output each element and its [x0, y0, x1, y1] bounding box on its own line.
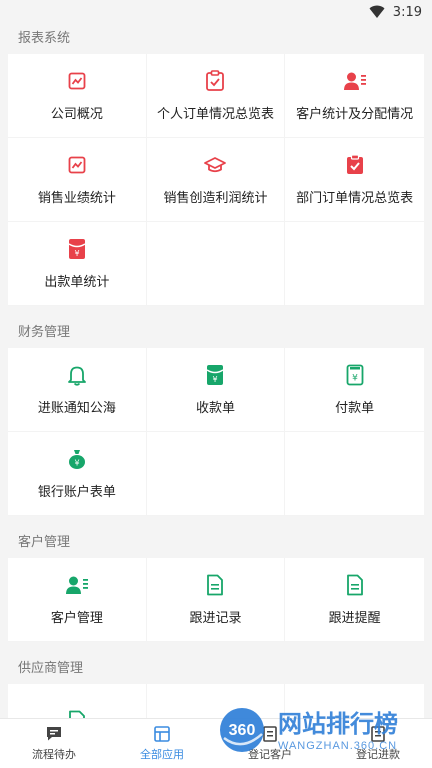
app-follow-up-records[interactable]: 跟进记录 [146, 558, 286, 642]
grid-empty-cell [146, 684, 286, 718]
svg-text:¥: ¥ [74, 459, 79, 468]
app-label: 个人订单情况总览表 [156, 107, 274, 122]
tab-label: 流程待办 [32, 748, 76, 761]
tab-register-customer[interactable]: 登记客户 [216, 719, 324, 768]
app-label: 部门订单情况总览表 [296, 191, 414, 206]
app-sales-profit[interactable]: 销售创造利润统计 [146, 138, 286, 222]
bell-icon [65, 363, 89, 387]
clipboard-check-icon [203, 69, 227, 93]
app-bank-account[interactable]: ¥ 银行账户表单 [8, 432, 147, 516]
bottom-tab-bar: 流程待办 全部应用 登记客户 登记进款 [0, 718, 432, 768]
tab-label: 全部应用 [140, 748, 184, 761]
app-label: 销售创造利润统计 [163, 191, 268, 206]
tab-register-payment[interactable]: 登记进款 [324, 719, 432, 768]
grid-empty-cell [285, 684, 424, 718]
app-income-notice[interactable]: 进账通知公海 [8, 348, 147, 432]
grid-suppliers [8, 684, 424, 718]
app-supplier-document[interactable] [8, 684, 147, 718]
section-title-reports: 报表系统 [18, 31, 71, 46]
clipboard-check-icon [343, 153, 367, 177]
money-bag-icon: ¥ [65, 447, 89, 471]
app-label: 客户统计及分配情况 [296, 107, 414, 122]
app-label: 银行账户表单 [37, 485, 116, 500]
app-list[interactable]: 报表系统 公司概况 个人订单情况总览表 客户统计及分配情况 销售业绩统计 销售创… [0, 24, 432, 718]
tab-all-apps[interactable]: 全部应用 [108, 719, 216, 768]
grid-finance: 进账通知公海 ¥ 收款单 ¥ 付款单 ¥ 银行账户表单 [8, 348, 424, 516]
document-icon [203, 573, 227, 597]
wifi-icon [369, 5, 385, 18]
grid-empty-cell [285, 222, 424, 306]
graduation-cap-icon [203, 153, 227, 177]
svg-text:¥: ¥ [74, 249, 79, 258]
user-card-icon [65, 573, 89, 597]
app-label: 跟进提醒 [328, 611, 381, 626]
app-receipt[interactable]: ¥ 收款单 [146, 348, 286, 432]
app-label: 出款单统计 [44, 275, 110, 290]
app-payment[interactable]: ¥ 付款单 [285, 348, 424, 432]
grid-reports: 公司概况 个人订单情况总览表 客户统计及分配情况 销售业绩统计 销售创造利润统计 [8, 54, 424, 306]
app-payout-stats[interactable]: ¥ 出款单统计 [8, 222, 147, 306]
chart-icon [65, 153, 89, 177]
document-icon [65, 709, 89, 718]
app-customer-management[interactable]: 客户管理 [8, 558, 147, 642]
chart-icon [65, 69, 89, 93]
yuan-receipt-icon: ¥ [343, 363, 367, 387]
section-title-customers: 客户管理 [18, 535, 71, 550]
user-card-icon [343, 69, 367, 93]
tab-label: 登记客户 [248, 748, 292, 761]
status-time: 3:19 [392, 4, 422, 20]
app-sales-performance[interactable]: 销售业绩统计 [8, 138, 147, 222]
grid-empty-cell [146, 432, 286, 516]
app-label: 客户管理 [50, 611, 103, 626]
payment-icon [371, 726, 385, 742]
section-title-suppliers: 供应商管理 [18, 661, 84, 676]
svg-text:¥: ¥ [352, 374, 358, 384]
tab-process-todo[interactable]: 流程待办 [0, 719, 108, 768]
yuan-envelope-icon: ¥ [65, 237, 89, 261]
yuan-envelope-icon: ¥ [203, 363, 227, 387]
chat-icon [47, 727, 61, 741]
app-label: 跟进记录 [189, 611, 242, 626]
app-company-overview[interactable]: 公司概况 [8, 54, 147, 138]
status-bar: 3:19 [0, 0, 432, 24]
app-label: 公司概况 [50, 107, 103, 122]
app-customer-stats[interactable]: 客户统计及分配情况 [285, 54, 424, 138]
svg-text:¥: ¥ [213, 375, 218, 384]
section-title-finance: 财务管理 [18, 325, 71, 340]
app-dept-order-overview[interactable]: 部门订单情况总览表 [285, 138, 424, 222]
tab-label: 登记进款 [356, 748, 400, 761]
app-personal-order-overview[interactable]: 个人订单情况总览表 [146, 54, 286, 138]
app-label: 进账通知公海 [37, 401, 116, 416]
apps-icon [154, 726, 170, 742]
app-label: 付款单 [335, 401, 375, 416]
app-label: 销售业绩统计 [37, 191, 116, 206]
grid-customers: 客户管理 跟进记录 跟进提醒 [8, 558, 424, 642]
grid-empty-cell [146, 222, 286, 306]
document-icon [343, 573, 367, 597]
app-label: 收款单 [195, 401, 235, 416]
app-follow-up-reminder[interactable]: 跟进提醒 [285, 558, 424, 642]
register-icon [263, 726, 277, 742]
grid-empty-cell [285, 432, 424, 516]
